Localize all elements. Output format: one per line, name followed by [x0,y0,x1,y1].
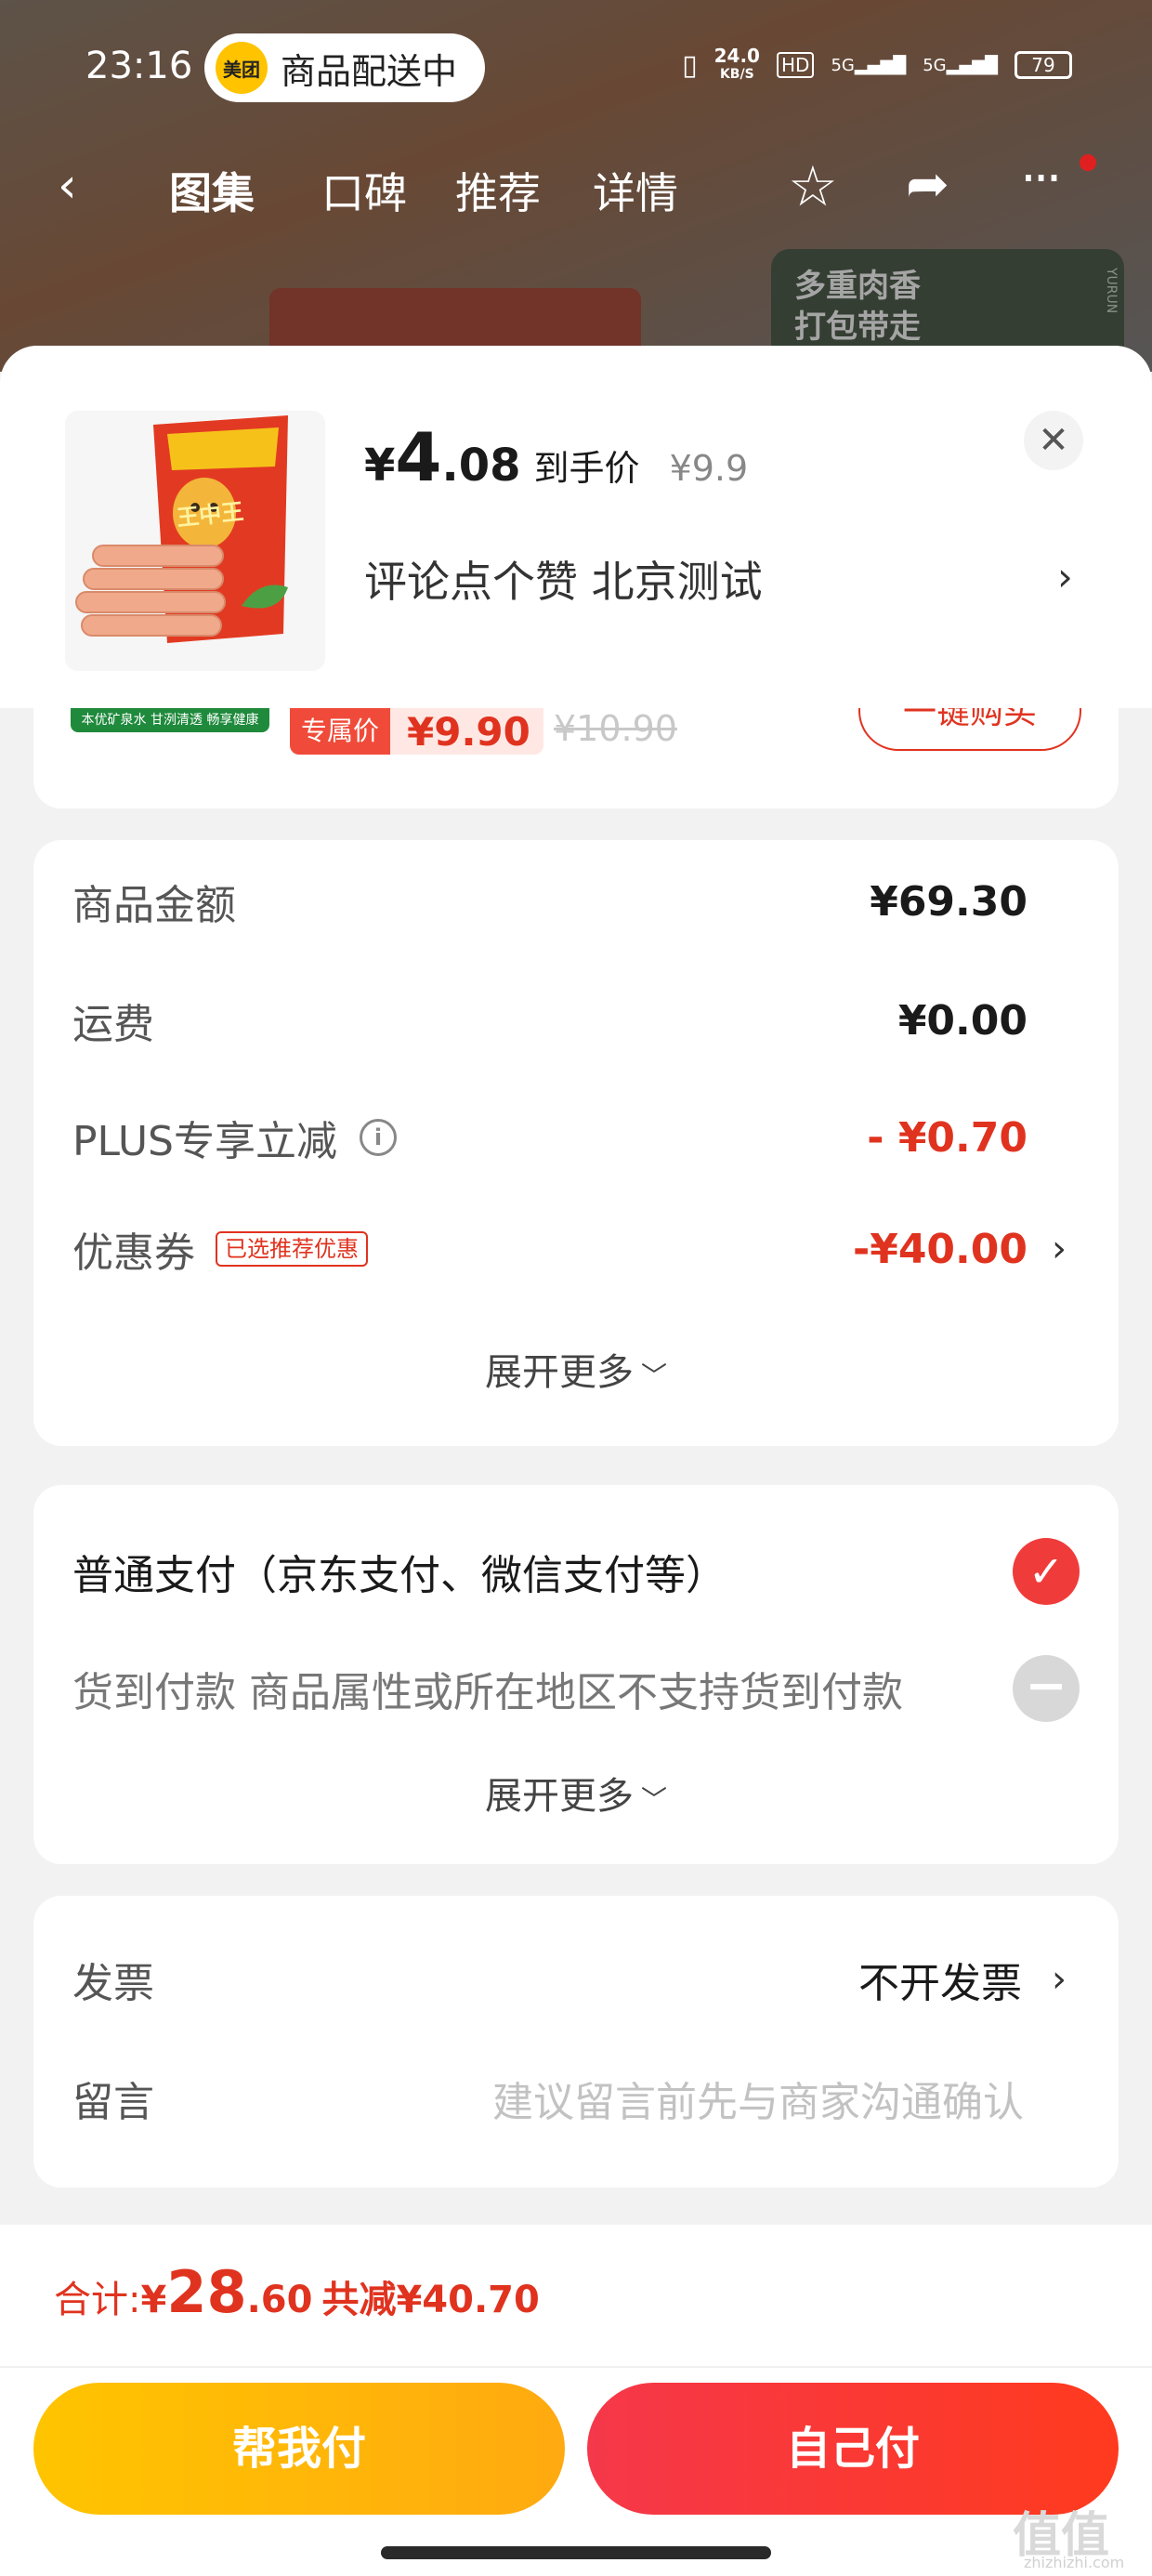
coupon-label: 优惠券 [72,1229,195,1277]
exclusive-tag: 专属价 [290,708,391,755]
sheet-header: 王中王 ¥4.08 到手价 ¥9.9 评论点个赞 北京测试 › ✕ [0,346,1152,708]
chevron-down-icon: ﹀ [640,1784,667,1815]
one-click-buy-button[interactable]: 一键购买 [858,708,1081,751]
product-image: 王中王 [65,411,325,671]
total-dec: .60 [246,2279,313,2321]
goods-amount-label: 商品金额 [72,882,236,929]
price-summary-card: 商品金额 ¥69.30 运费 ¥0.00 PLUS专享立减 i - ¥0.70 … [33,840,1119,1446]
exclusive-price-badge: 专属价 ¥9.90 [290,708,543,755]
status-bar: 23:16 美团 商品配送中 ▯ 24.0 KB/S HD 5G▂▄▆█ 5G▂… [0,0,1152,139]
hd-icon: HD [776,52,815,78]
home-indicator[interactable] [381,2546,771,2559]
tab-recommend[interactable]: 推荐 [455,160,541,221]
invoice-value: 不开发票 [858,1960,1022,2007]
total-amount: 合计: ¥ 28 .60 共减¥40.70 [54,2258,540,2326]
price-dec: .08 [441,440,521,492]
row-goods-amount: 商品金额 ¥69.30 [72,874,1080,930]
total-currency: ¥ [140,2279,167,2321]
original-price: ¥9.9 [669,448,749,489]
recommended-product-fragment: 本优矿泉水 甘洌清透 畅享健康 专属价 ¥9.90 ¥10.90 一键购买 [33,708,1119,808]
expand-more-payment[interactable]: 展开更多 ﹀ [33,1766,1119,1820]
net-speed-unit: KB/S [719,67,754,82]
message-input[interactable]: 建议留言前先与商家沟通确认 [492,2069,1024,2128]
live-activity-pill[interactable]: 美团 商品配送中 [204,33,486,102]
system-icons: ▯ 24.0 KB/S HD 5G▂▄▆█ 5G▂▄▆█ 79 [682,46,1072,84]
expand-label: 展开更多 [484,1351,634,1394]
payment-option-normal[interactable]: 普通支付（京东支付、微信支付等） ✓ [72,1537,1080,1606]
watermark-url: zhizhizhi.com [1024,2554,1125,2571]
shipping-label: 运费 [72,1001,154,1048]
battery-icon: 79 [1015,51,1072,79]
net-speed: 24.0 KB/S [714,46,760,84]
exclusive-price: ¥9.90 [407,708,530,755]
info-icon[interactable]: i [360,1119,397,1156]
payment-option-cod: 货到付款 商品属性或所在地区不支持货到付款 − [72,1654,1080,1723]
top-nav: ‹ 图集 口碑 推荐 详情 ☆ ➦ ··· [0,149,1152,232]
tab-reviews[interactable]: 口碑 [321,160,407,221]
status-time: 23:16 [85,45,193,87]
payment-cod-label: 货到付款 商品属性或所在地区不支持货到付款 [72,1669,903,1716]
spec-selector[interactable]: 评论点个赞 北京测试 [364,548,763,610]
net-speed-value: 24.0 [713,45,760,67]
expand-more-summary[interactable]: 展开更多 ﹀ [33,1342,1119,1396]
vibrate-icon: ▯ [682,48,698,82]
plus-discount-label: PLUS专享立减 [72,1118,337,1165]
row-coupon[interactable]: 优惠券 已选推荐优惠 -¥40.00 › [72,1221,1080,1278]
chevron-right-icon[interactable]: › [1057,554,1073,599]
notification-dot [1080,154,1096,171]
payment-method-card: 普通支付（京东支付、微信支付等） ✓ 货到付款 商品属性或所在地区不支持货到付款… [33,1485,1119,1864]
green-badge: 本优矿泉水 甘洌清透 畅享健康 [71,708,269,732]
goods-amount-value: ¥69.30 [870,877,1028,926]
message-label: 留言 [72,2079,154,2126]
coupon-tag: 已选推荐优惠 [216,1231,368,1267]
meituan-logo-icon: 美团 [216,42,268,94]
total-label: 合计: [54,2279,141,2321]
price-row: ¥4.08 到手价 ¥9.9 [364,418,748,496]
checkmark-icon[interactable]: ✓ [1013,1538,1080,1605]
signal-1-label: 5G [831,55,855,75]
signal-5g-icon: 5G▂▄▆█ [831,55,907,75]
price-label: 到手价 [533,448,640,489]
final-price: ¥4.08 [364,418,521,496]
shipping-value: ¥0.00 [897,996,1028,1045]
row-message[interactable]: 留言 建议留言前先与商家沟通确认 [72,2070,1080,2126]
price-int: 4 [395,418,442,496]
divider [0,2366,1152,2368]
row-plus-discount: PLUS专享立减 i - ¥0.70 [72,1110,1080,1166]
share-icon[interactable]: ➦ [906,154,949,215]
invoice-label: 发票 [72,1960,154,2007]
pill-text: 商品配送中 [281,50,458,92]
pay-myself-button[interactable]: 自己付 [587,2383,1119,2515]
signal-5g-icon-2: 5G▂▄▆█ [923,55,998,75]
payment-normal-label: 普通支付（京东支付、微信支付等） [72,1552,727,1599]
signal-2-label: 5G [923,55,947,75]
help-me-pay-button[interactable]: 帮我付 [33,2383,565,2515]
invoice-message-card: 发票 不开发票 › 留言 建议留言前先与商家沟通确认 [33,1896,1119,2188]
product-image-art [65,411,325,671]
expand-label: 展开更多 [484,1775,634,1818]
tab-details[interactable]: 详情 [593,160,678,221]
chevron-down-icon: ﹀ [640,1360,667,1391]
star-icon[interactable]: ☆ [788,154,838,219]
package-text: 王中王 [175,498,245,532]
disabled-icon: − [1013,1655,1080,1722]
row-shipping: 运费 ¥0.00 [72,992,1080,1049]
strike-price: ¥10.90 [554,708,677,749]
chevron-right-icon[interactable]: › [1052,1228,1067,1270]
row-invoice[interactable]: 发票 不开发票 › [72,1952,1080,2007]
total-int: 28 [166,2258,247,2326]
tab-gallery[interactable]: 图集 [169,160,255,221]
coupon-value: -¥40.00 [852,1225,1028,1273]
plus-discount-value: - ¥0.70 [867,1113,1028,1162]
close-icon[interactable]: ✕ [1024,411,1083,470]
total-saved: 共减¥40.70 [321,2279,540,2321]
price-currency: ¥ [364,440,396,492]
back-icon[interactable]: ‹ [58,158,77,214]
more-icon[interactable]: ··· [1020,149,1062,209]
checkout-bottom-bar: 合计: ¥ 28 .60 共减¥40.70 帮我付 自己付 值值值 zhizhi… [0,2225,1152,2576]
chevron-right-icon[interactable]: › [1052,1958,1067,2001]
